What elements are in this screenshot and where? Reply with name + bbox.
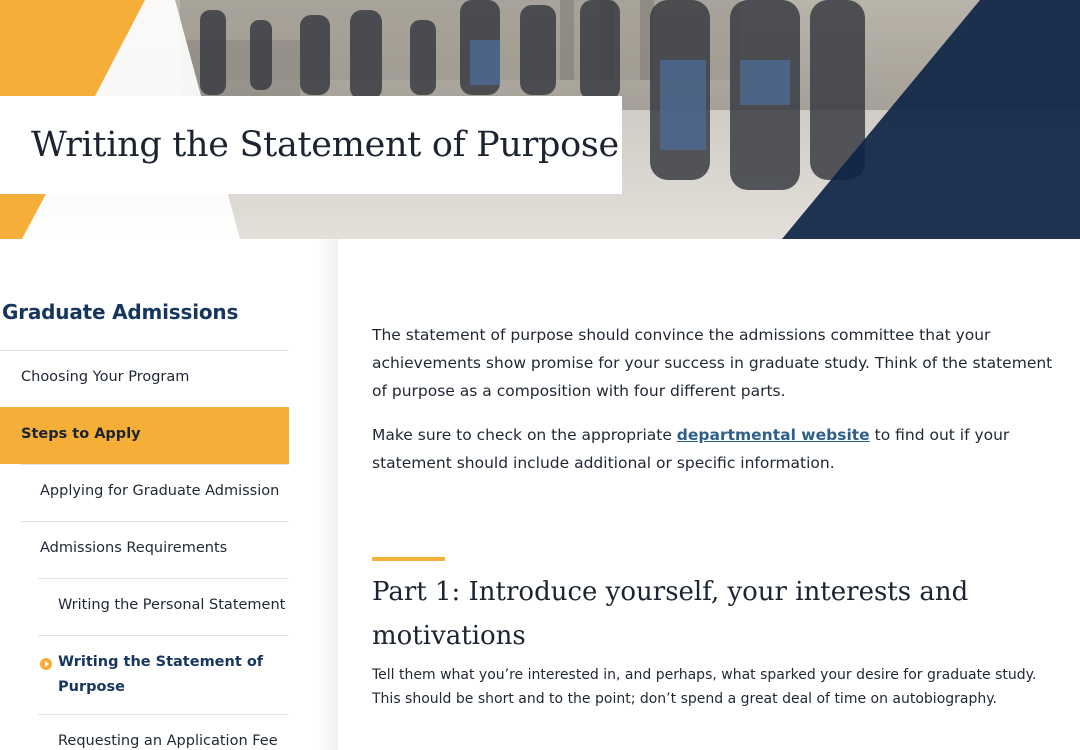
sidebar-item-requesting-an-application-fee[interactable]: Requesting an Application Fee [38,714,289,750]
sidebar-item-label: Applying for Graduate Admission [40,483,280,499]
part1-heading: Part 1: Introduce yourself, your interes… [372,577,969,651]
sidebar-item-label: Requesting an Application Fee [58,733,278,749]
sidebar-item-label: Choosing Your Program [21,369,190,385]
page-title: Writing the Statement of Purpose [31,125,619,165]
sidebar-item-label: Steps to Apply [21,426,141,442]
sidebar-divider-shadow [318,239,338,750]
sidebar-item-steps-to-apply[interactable]: Steps to Apply [0,407,289,464]
sidebar-item-writing-the-personal-statement[interactable]: Writing the Personal Statement [38,578,289,635]
hero-banner: Writing the Statement of Purpose [0,0,1080,239]
check-paragraph: Make sure to check on the appropriate de… [372,421,1062,477]
sidebar-item-label: Writing the Personal Statement [58,597,286,613]
sidebar-item-admissions-requirements[interactable]: Admissions Requirements [20,521,289,578]
sidebar-nav: Choosing Your Program Steps to Apply App… [0,350,289,750]
sidebar-item-label: Admissions Requirements [40,540,228,556]
departmental-website-link[interactable]: departmental website [677,426,870,444]
sidebar-heading[interactable]: Graduate Admissions [2,300,238,324]
part1-body: Tell them what you’re interested in, and… [372,667,1037,707]
sidebar-item-writing-the-statement-of-purpose[interactable]: Writing the Statement of Purpose [38,635,289,714]
check-text-before: Make sure to check on the appropriate [372,426,677,444]
section-accent-rule [372,557,445,561]
intro-paragraph: The statement of purpose should convince… [372,326,1053,400]
sidebar-item-label: Writing the Statement of Purpose [58,654,264,695]
current-page-arrow-icon [40,658,52,670]
sidebar-item-choosing-your-program[interactable]: Choosing Your Program [0,350,289,407]
sidebar-item-applying-for-graduate-admission[interactable]: Applying for Graduate Admission [20,464,289,521]
sidebar: Graduate Admissions Choosing Your Progra… [0,239,338,750]
hero-title-box: Writing the Statement of Purpose [0,96,622,194]
